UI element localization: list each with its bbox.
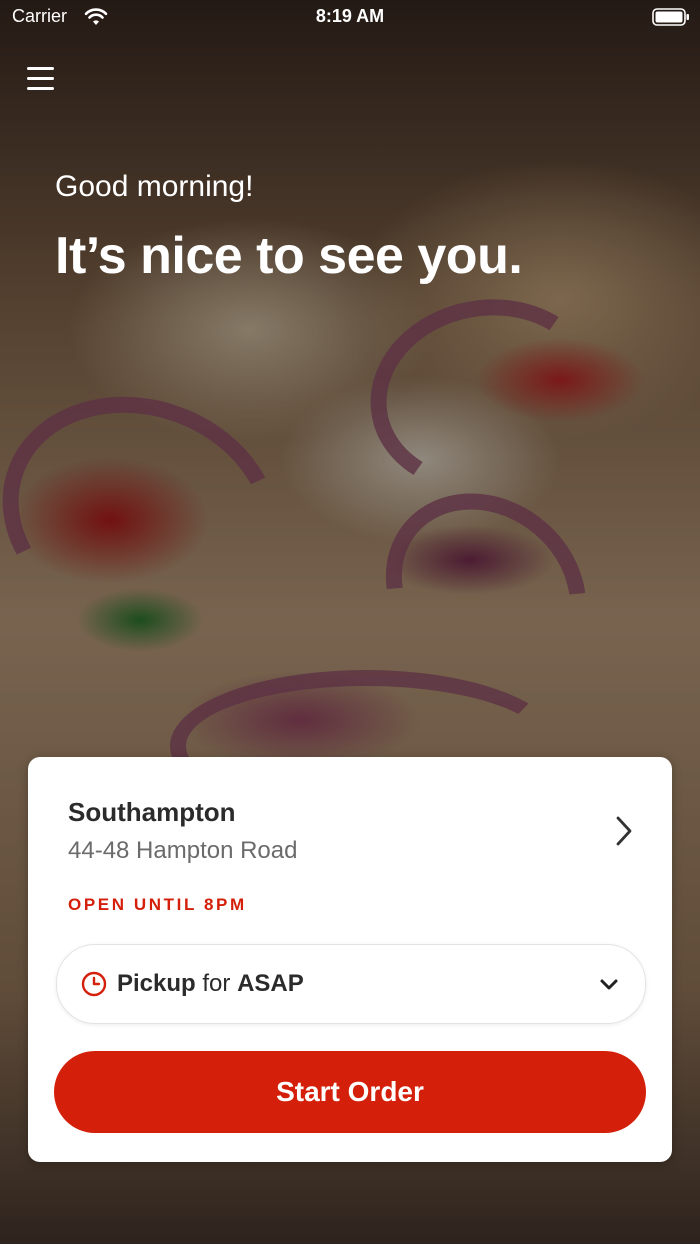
pickup-time-select[interactable]: Pickup for ASAP xyxy=(56,944,646,1024)
pickup-summary: Pickup for ASAP xyxy=(117,970,304,998)
chevron-down-icon xyxy=(600,979,618,990)
order-connector: for xyxy=(202,970,231,997)
greeting-text: Good morning! xyxy=(55,170,254,203)
welcome-headline: It’s nice to see you. xyxy=(55,227,523,285)
order-type: Pickup xyxy=(117,970,196,997)
hamburger-menu-icon[interactable] xyxy=(27,66,55,92)
store-name[interactable]: Southampton xyxy=(68,797,236,828)
store-card: Southampton 44-48 Hampton Road OPEN UNTI… xyxy=(28,757,672,1162)
start-order-button[interactable]: Start Order xyxy=(54,1051,646,1133)
open-status-label: OPEN UNTIL 8PM xyxy=(68,895,247,914)
order-time: ASAP xyxy=(237,970,304,997)
clock-icon xyxy=(81,971,107,997)
store-address[interactable]: 44-48 Hampton Road xyxy=(68,837,297,865)
battery-icon xyxy=(652,8,689,26)
status-bar: Carrier 8:19 AM xyxy=(0,0,700,36)
chevron-right-icon[interactable] xyxy=(614,815,634,847)
status-time: 8:19 AM xyxy=(315,6,385,26)
